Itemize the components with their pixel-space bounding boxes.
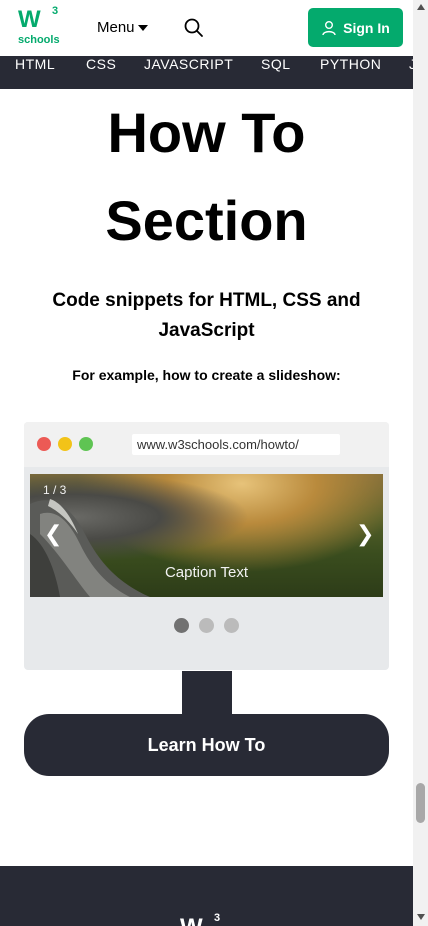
prev-slide-button[interactable]: ❮ [44,524,62,546]
address-bar: www.w3schools.com/howto/ [132,434,340,455]
window-close-dot [37,437,51,451]
top-bar: W 3 schools Menu Sign In [0,0,413,56]
tech-nav-bar: HTML CSS JAVASCRIPT SQL PYTHON J [0,56,413,89]
scroll-down-arrow-icon[interactable] [417,914,425,920]
example-text: For example, how to create a slideshow: [72,367,341,383]
slide-indicator-2[interactable] [199,618,214,633]
slide-indicator-1[interactable] [174,618,189,633]
window-maximize-dot [79,437,93,451]
menu-label: Menu [97,19,135,36]
slideshow-slide: 1 / 3 ❮ ❯ Caption Text [30,474,383,597]
vertical-scrollbar[interactable] [413,0,428,926]
learn-how-to-button[interactable]: Learn How To [24,714,389,776]
nav-javascript[interactable]: JAVASCRIPT [144,56,233,89]
scroll-up-arrow-icon[interactable] [417,4,425,10]
monitor-stand [182,671,232,716]
page-title-line-2: Section [105,189,308,252]
footer-logo-superscript: 3 [214,912,221,924]
logo-text: schools [18,34,60,46]
nav-css[interactable]: CSS [86,56,116,89]
search-icon[interactable] [183,17,205,39]
footer-logo-mark: W [180,914,203,926]
browser-mockup: www.w3schools.com/howto/ 1 / 3 ❮ ❯ Capti… [24,422,389,670]
sign-in-button[interactable]: Sign In [308,8,403,47]
sign-in-label: Sign In [343,19,390,36]
nav-python[interactable]: PYTHON [320,56,381,89]
page-subtitle: Code snippets for HTML, CSS and JavaScri… [52,290,361,341]
next-slide-button[interactable]: ❯ [356,524,374,546]
page-title: How To Section [0,104,413,250]
logo-superscript: 3 [52,5,59,17]
browser-toolbar: www.w3schools.com/howto/ [24,422,389,467]
page-title-line-1: How To [107,101,306,164]
logo-mark: W [18,6,41,33]
w3schools-logo[interactable]: W 3 schools [18,5,62,47]
menu-button[interactable]: Menu [97,19,148,36]
window-minimize-dot [58,437,72,451]
nav-html[interactable]: HTML [15,56,55,89]
caret-down-icon [137,25,148,31]
slide-caption: Caption Text [164,564,249,581]
slide-indicator-3[interactable] [224,618,239,633]
footer: W 3 [0,866,413,926]
user-icon [322,20,336,35]
learn-how-to-label: Learn How To [147,734,266,755]
slide-counter: 1 / 3 [43,483,67,497]
nav-sql[interactable]: SQL [261,56,291,89]
scrollbar-thumb[interactable] [416,783,425,823]
